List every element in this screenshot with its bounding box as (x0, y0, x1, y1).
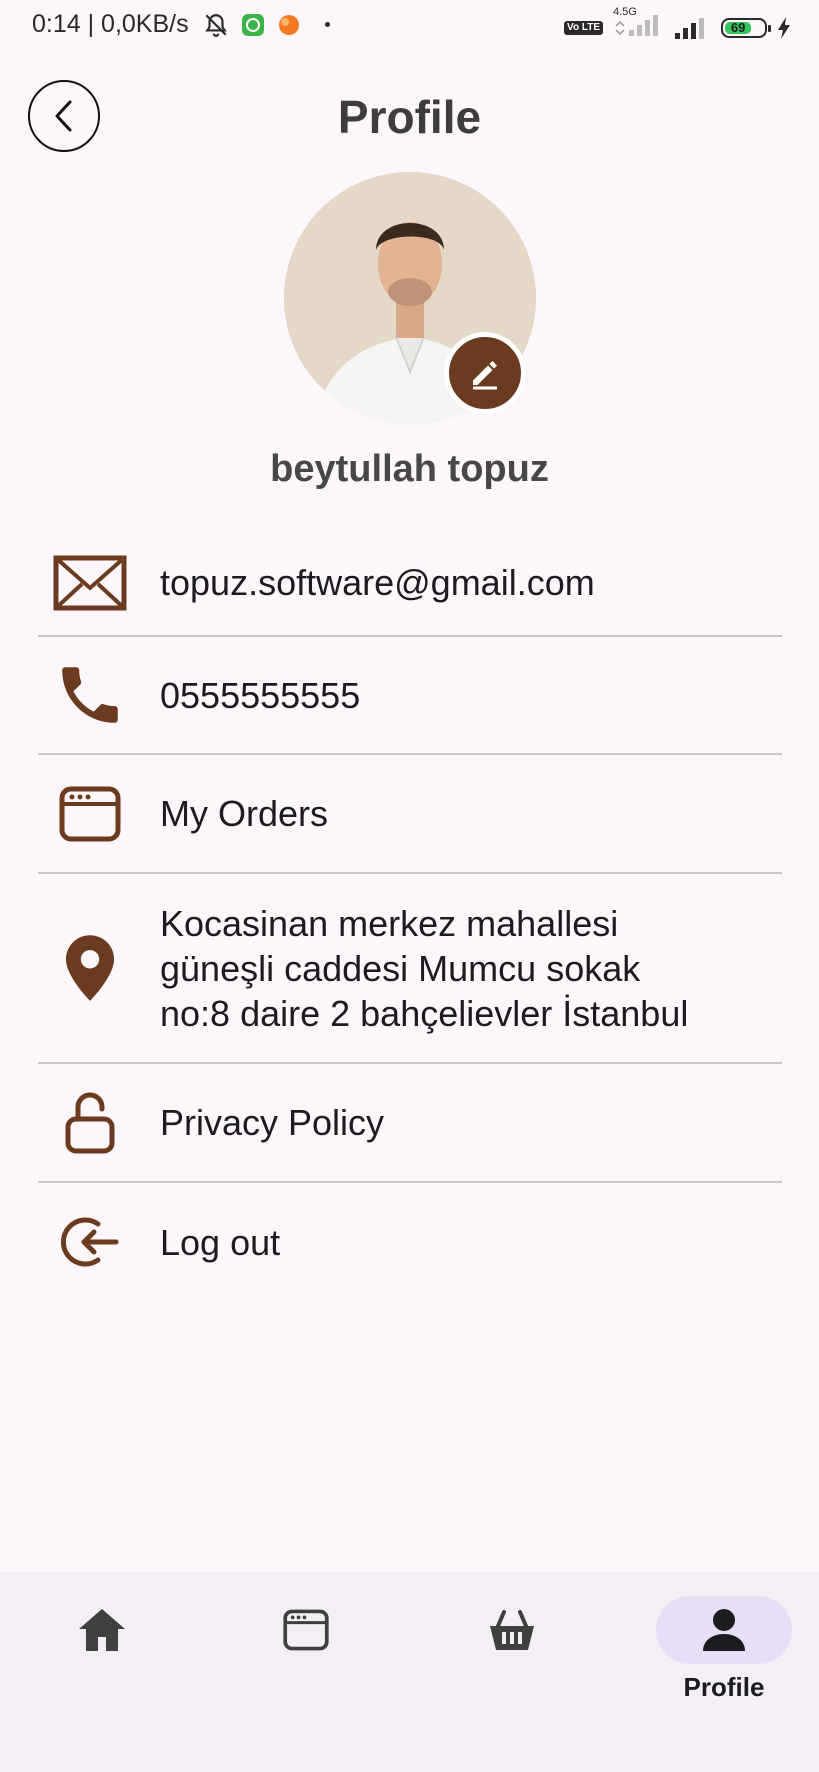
phone-text: 0555555555 (160, 674, 361, 716)
orders-icon (283, 1609, 329, 1651)
email-row[interactable]: topuz.software@gmail.com (38, 530, 782, 637)
battery-icon: 69 (721, 17, 771, 38)
phone-row[interactable]: 0555555555 (38, 637, 782, 755)
mail-icon (53, 555, 127, 610)
charging-icon (778, 16, 790, 39)
my-orders-row[interactable]: My Orders (38, 755, 782, 874)
orders-window-icon (59, 786, 121, 841)
battery-level: 69 (725, 20, 752, 35)
profile-info-list: topuz.software@gmail.com 0555555555 My O… (38, 530, 782, 1301)
phone-icon (62, 667, 118, 723)
nav-home[interactable] (0, 1572, 204, 1772)
address-line-2: güneşli caddesi Mumcu sokak (160, 947, 641, 989)
nav-basket[interactable] (410, 1572, 614, 1772)
active-indicator (656, 1596, 792, 1664)
app-notification-icon (241, 13, 264, 36)
logout-label: Log out (160, 1221, 281, 1263)
nav-profile-label: Profile (683, 1672, 765, 1702)
email-text: topuz.software@gmail.com (160, 562, 595, 603)
signal-icon-2 (675, 17, 704, 39)
network-type: 4.5G (613, 6, 637, 18)
address-line-1: Kocasinan merkez mahallesi (160, 902, 619, 944)
edit-pencil-icon (473, 361, 497, 390)
privacy-policy-label: Privacy Policy (160, 1102, 385, 1143)
edit-avatar-button[interactable] (444, 332, 526, 414)
logout-row[interactable]: Log out (38, 1183, 782, 1301)
user-name: beytullah topuz (270, 448, 549, 490)
unlock-icon (65, 1092, 115, 1153)
more-notifications-dot (324, 22, 330, 27)
address-line-3: no:8 daire 2 bahçelievler İstanbul (160, 992, 689, 1034)
nav-profile[interactable]: Profile (622, 1572, 819, 1772)
page-title: Profile (337, 91, 482, 143)
nav-orders[interactable] (204, 1572, 408, 1772)
privacy-policy-row[interactable]: Privacy Policy (38, 1064, 782, 1183)
my-orders-label: My Orders (160, 793, 329, 834)
address-text: Kocasinan merkez mahallesi güneşli cadde… (142, 901, 688, 1036)
app-notification-icon-2 (278, 14, 299, 35)
bottom-navigation: Profile (0, 1572, 819, 1772)
basket-icon (490, 1610, 534, 1650)
logout-icon (60, 1217, 119, 1267)
status-bar: 0:14 | 0,0KB/s Vo LTE 4.5G 69 (0, 0, 819, 54)
bell-off-icon (204, 13, 227, 37)
volte-badge: Vo LTE (564, 20, 603, 35)
address-row[interactable]: Kocasinan merkez mahallesi güneşli cadde… (38, 874, 782, 1064)
home-icon (79, 1609, 125, 1651)
location-pin-icon (65, 935, 115, 1001)
person-icon (703, 1609, 745, 1651)
status-time: 0:14 | 0,0KB/s (32, 10, 189, 38)
